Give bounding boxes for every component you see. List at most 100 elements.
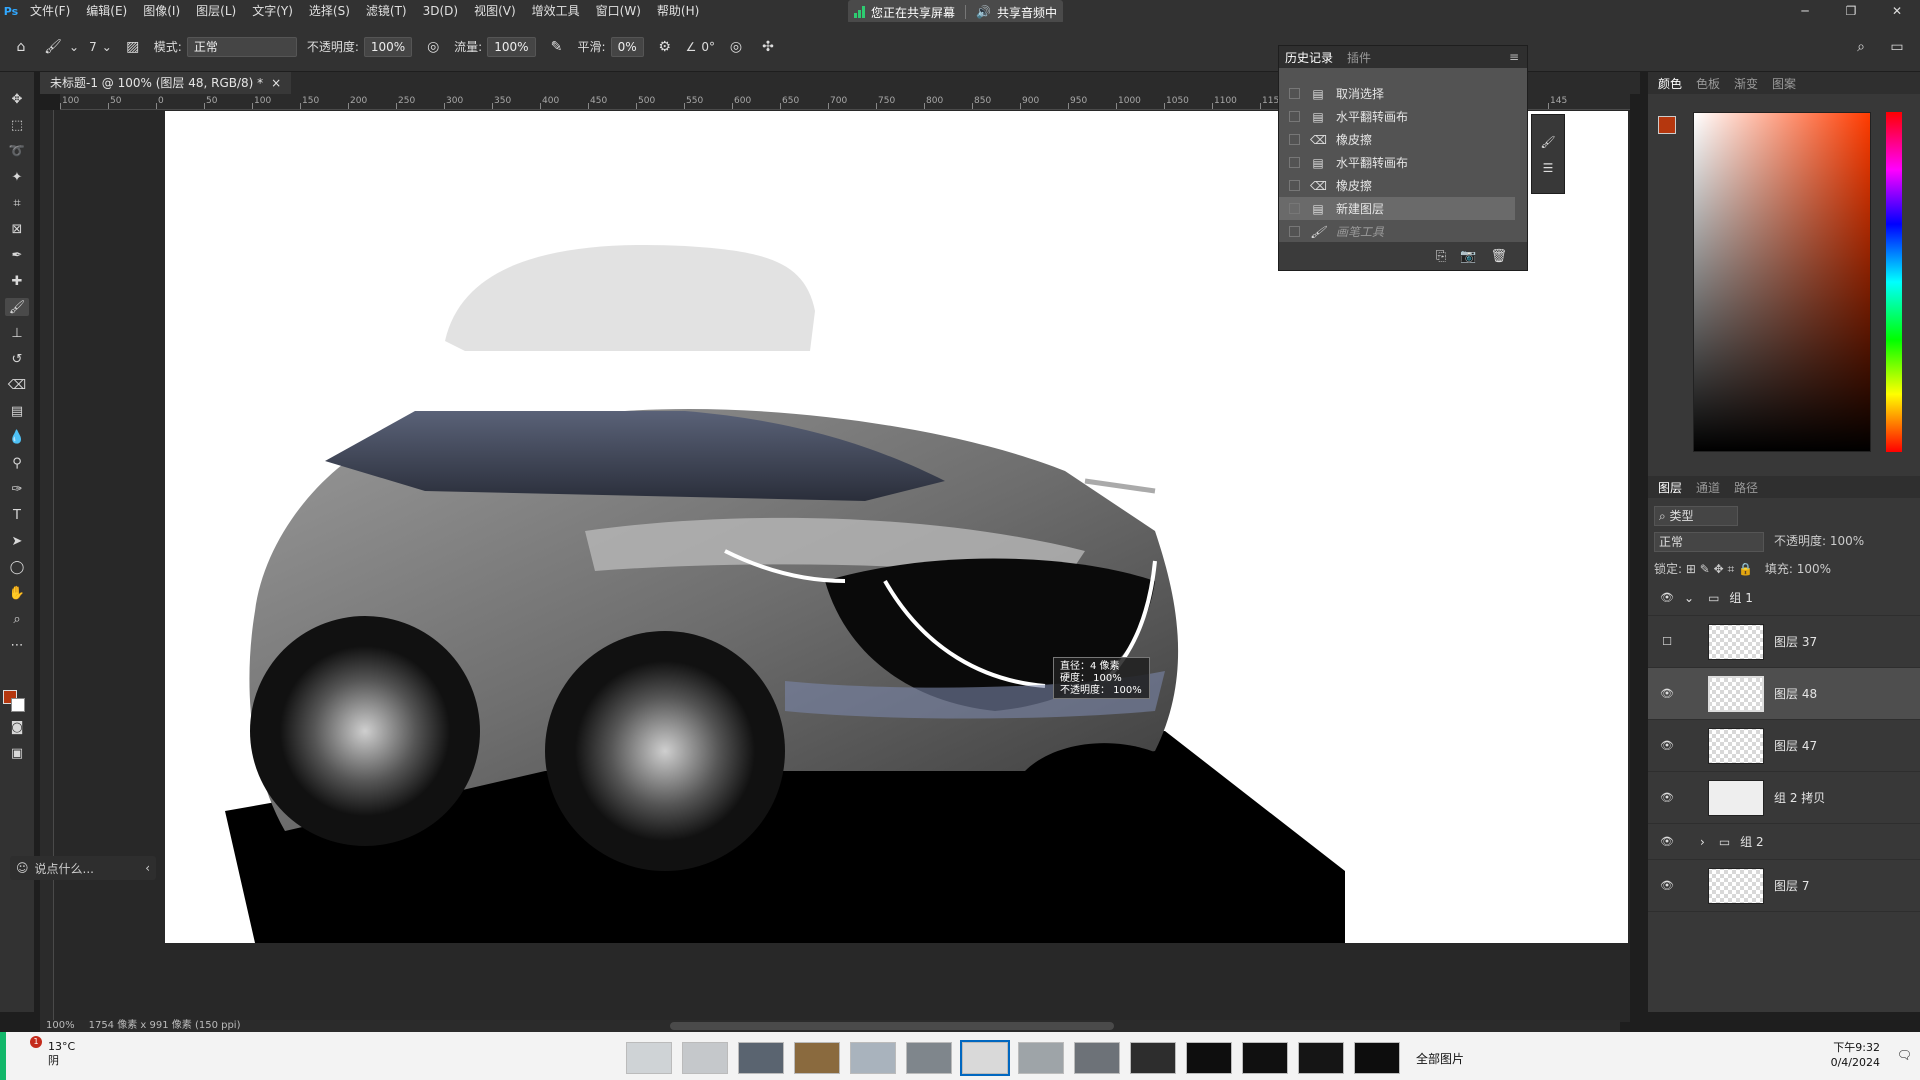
layer-row[interactable]: ☐ 图层 37	[1648, 616, 1920, 668]
image-thumbnail[interactable]	[1074, 1042, 1120, 1074]
move-tool-icon[interactable]: ✥	[5, 90, 29, 108]
menu-edit[interactable]: 编辑(E)	[78, 0, 135, 22]
tab-paths[interactable]: 路径	[1734, 479, 1758, 496]
eraser-tool-icon[interactable]: ⌫	[5, 376, 29, 394]
screen-share-indicator[interactable]: 您正在共享屏幕 🔊 共享音频中	[848, 0, 1063, 24]
magic-wand-tool-icon[interactable]: ✦	[5, 168, 29, 186]
home-icon[interactable]: ⌂	[10, 36, 32, 58]
layer-opacity-value[interactable]: 100%	[1830, 534, 1864, 548]
layer-opacity-control[interactable]: 不透明度: 100%	[1774, 532, 1864, 549]
document-tab[interactable]: 未标题-1 @ 100% (图层 48, RGB/8) * ×	[40, 72, 292, 94]
hue-slider[interactable]	[1886, 112, 1902, 452]
color-picker-field[interactable]	[1693, 112, 1871, 452]
pressure-size-icon[interactable]: ◎	[725, 36, 747, 58]
history-item[interactable]: 🖌 画笔工具	[1279, 220, 1515, 242]
image-thumbnail[interactable]	[738, 1042, 784, 1074]
menu-select[interactable]: 选择(S)	[301, 0, 358, 22]
stamp-tool-icon[interactable]: ⊥	[5, 324, 29, 342]
brush-size-value[interactable]: 7	[89, 40, 97, 54]
history-item-selected[interactable]: ▤ 新建图层	[1279, 197, 1515, 220]
trash-icon[interactable]: 🗑	[1490, 249, 1507, 264]
healing-tool-icon[interactable]: ✚	[5, 272, 29, 290]
blend-mode-select[interactable]: 正常	[1654, 532, 1764, 552]
menu-window[interactable]: 窗口(W)	[588, 0, 649, 22]
tab-history[interactable]: 历史记录	[1285, 49, 1333, 66]
gradient-tool-icon[interactable]: ▤	[5, 402, 29, 420]
layer-filter-select[interactable]: ⌕ 类型	[1654, 506, 1738, 526]
crop-tool-icon[interactable]: ⌗	[5, 194, 29, 212]
visibility-eye-icon[interactable]: 👁	[1656, 739, 1678, 752]
menu-help[interactable]: 帮助(H)	[649, 0, 707, 22]
history-item[interactable]: ▤ 水平翻转画布	[1279, 105, 1515, 128]
tab-layers[interactable]: 图层	[1658, 479, 1682, 496]
layer-group-row[interactable]: 👁 ⌄ ▭ 组 1	[1648, 580, 1920, 616]
layer-row[interactable]: 👁 图层 47	[1648, 720, 1920, 772]
brush-tool-icon[interactable]: 🖌	[42, 36, 64, 58]
horizontal-scrollbar[interactable]	[670, 1022, 1114, 1030]
adjustments-icon[interactable]: ☰	[1543, 161, 1554, 175]
mode-select[interactable]: 正常	[186, 36, 297, 57]
visibility-eye-icon[interactable]: 👁	[1656, 835, 1678, 848]
chevron-left-icon[interactable]: ‹	[145, 861, 150, 875]
minimize-icon[interactable]: ─	[1782, 0, 1828, 22]
image-thumbnail-selected[interactable]	[960, 1040, 1010, 1076]
layer-group-row[interactable]: 👁 › ▭ 组 2	[1648, 824, 1920, 860]
image-thumbnail[interactable]	[682, 1042, 728, 1074]
symmetry-icon[interactable]: ✣	[757, 36, 779, 58]
zoom-tool-icon[interactable]: ⌕	[5, 610, 29, 628]
tab-swatches[interactable]: 色板	[1696, 75, 1720, 92]
type-tool-icon[interactable]: T	[5, 506, 29, 524]
snapshot-checkbox[interactable]	[1289, 111, 1300, 122]
layer-row[interactable]: 👁 组 2 拷贝	[1648, 772, 1920, 824]
visibility-eye-icon[interactable]: 👁	[1656, 791, 1678, 804]
blur-tool-icon[interactable]: 💧	[5, 428, 29, 446]
camera-icon[interactable]: 📷	[1460, 249, 1476, 264]
chevron-down-icon[interactable]: ⌄	[1684, 591, 1694, 605]
workspace-icon[interactable]: ▭	[1886, 36, 1908, 58]
history-item[interactable]: ⌫ 橡皮擦	[1279, 174, 1515, 197]
smiley-icon[interactable]: ☺	[16, 861, 29, 875]
tab-gradients[interactable]: 渐变	[1734, 75, 1758, 92]
search-icon[interactable]: ⌕	[1850, 36, 1872, 58]
restore-icon[interactable]: ❐	[1828, 0, 1874, 22]
layer-row-selected[interactable]: 👁 图层 48	[1648, 668, 1920, 720]
tab-plugins[interactable]: 插件	[1347, 49, 1371, 66]
menu-filter[interactable]: 滤镜(T)	[358, 0, 415, 22]
chat-input[interactable]: ☺ 说点什么... ‹	[10, 856, 156, 880]
snapshot-checkbox[interactable]	[1289, 203, 1300, 214]
visibility-eye-icon[interactable]: 👁	[1656, 687, 1678, 700]
flow-input[interactable]: 100%	[487, 36, 536, 57]
tab-patterns[interactable]: 图案	[1772, 75, 1796, 92]
history-item[interactable]: ▤ 水平翻转画布	[1279, 151, 1515, 174]
chevron-down-icon[interactable]: ⌄	[102, 40, 112, 54]
image-thumbnail[interactable]	[906, 1042, 952, 1074]
menu-view[interactable]: 视图(V)	[466, 0, 524, 22]
foreground-color-chip[interactable]	[1658, 116, 1676, 134]
menu-file[interactable]: 文件(F)	[22, 0, 78, 22]
angle-value[interactable]: 0°	[701, 40, 715, 54]
menu-type[interactable]: 文字(Y)	[244, 0, 301, 22]
menu-image[interactable]: 图像(I)	[135, 0, 188, 22]
layer-row[interactable]: 👁 图层 7	[1648, 860, 1920, 912]
history-brush-tool-icon[interactable]: ↺	[5, 350, 29, 368]
chevron-down-icon[interactable]: ⌄	[69, 40, 79, 54]
eyedropper-tool-icon[interactable]: ✒	[5, 246, 29, 264]
tab-color[interactable]: 颜色	[1658, 75, 1682, 92]
smooth-input[interactable]: 0%	[610, 36, 644, 57]
frame-tool-icon[interactable]: ⊠	[5, 220, 29, 238]
new-document-from-state-icon[interactable]: ⎘	[1436, 249, 1446, 264]
brush-tool-icon[interactable]: 🖌	[5, 298, 29, 316]
all-images-link[interactable]: 全部图片	[1416, 1050, 1464, 1067]
chevron-right-icon[interactable]: ›	[1700, 835, 1705, 849]
pressure-opacity-icon[interactable]: ◎	[422, 36, 444, 58]
snapshot-checkbox[interactable]	[1289, 134, 1300, 145]
background-color-swatch[interactable]	[11, 698, 25, 712]
snapshot-checkbox[interactable]	[1289, 157, 1300, 168]
snapshot-checkbox[interactable]	[1289, 88, 1300, 99]
menu-3d[interactable]: 3D(D)	[415, 0, 466, 22]
visibility-eye-icon[interactable]: 👁	[1656, 591, 1678, 604]
image-thumbnail[interactable]	[1354, 1042, 1400, 1074]
history-item[interactable]: ▤ 取消选择	[1279, 82, 1515, 105]
image-thumbnail[interactable]	[1130, 1042, 1176, 1074]
history-item[interactable]: ⌫ 橡皮擦	[1279, 128, 1515, 151]
